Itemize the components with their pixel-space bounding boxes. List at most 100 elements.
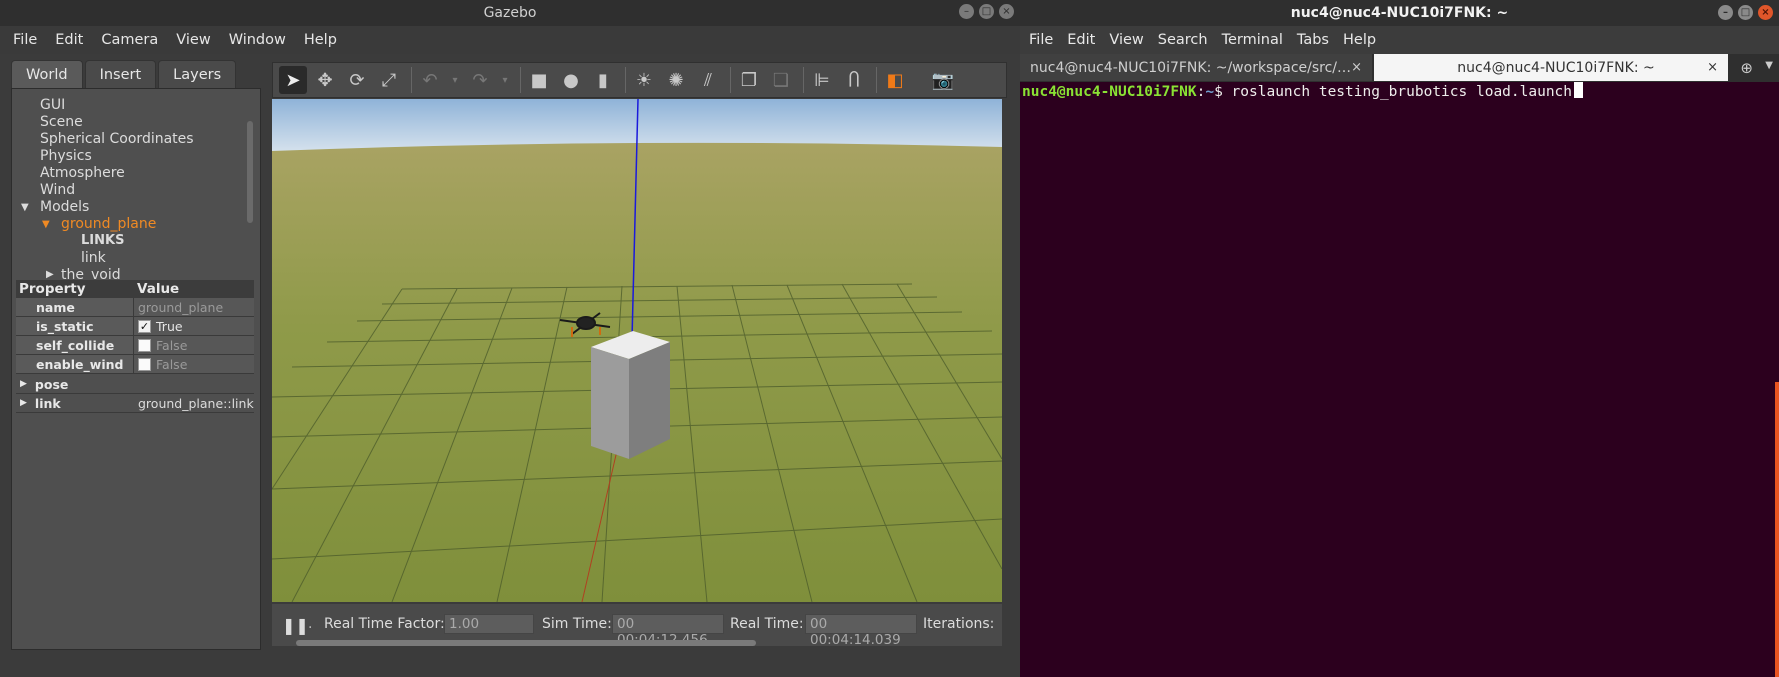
tree-scrollbar[interactable] — [247, 121, 253, 223]
point-light-icon[interactable]: ☀ — [630, 66, 658, 94]
tree-item-ground-plane[interactable]: ground_plane — [61, 216, 156, 232]
expand-ground-plane-icon[interactable]: ▼ — [42, 219, 50, 230]
terminal-tab-label: nuc4@nuc4-NUC10i7FNK: ~/workspace/src/… — [1030, 59, 1352, 76]
screenshot-icon[interactable]: 📷 — [929, 66, 957, 94]
expand-the-void-icon[interactable]: ▶ — [46, 269, 54, 279]
menu-help[interactable]: Help — [295, 32, 346, 48]
terminal-menu-edit[interactable]: Edit — [1060, 32, 1102, 48]
redo-icon[interactable]: ↷ — [466, 66, 494, 94]
terminal-tab-workspace[interactable]: nuc4@nuc4-NUC10i7FNK: ~/workspace/src/… … — [1020, 54, 1372, 81]
property-key: is_static — [16, 317, 134, 335]
property-key: name — [16, 298, 134, 316]
undo-icon[interactable]: ↶ — [416, 66, 444, 94]
terminal-tab-bar: nuc4@nuc4-NUC10i7FNK: ~/workspace/src/… … — [1020, 54, 1779, 82]
tab-layers[interactable]: Layers — [158, 60, 237, 88]
select-arrow-icon[interactable]: ➤ — [279, 66, 307, 94]
step-icon[interactable]: . — [308, 616, 312, 632]
box-icon[interactable]: ■ — [525, 66, 553, 94]
property-row-link[interactable]: ▶ link ground_plane::link — [16, 394, 254, 413]
copy-icon[interactable]: ❐ — [735, 66, 763, 94]
directional-light-icon[interactable]: ⫽ — [694, 66, 722, 94]
snap-icon[interactable]: Ⴖ — [840, 66, 868, 94]
property-row-name: name ground_plane — [16, 298, 254, 317]
tree-item-the-void[interactable]: the_void — [61, 267, 121, 279]
property-table: Property Value name ground_plane is_stat… — [16, 280, 254, 413]
expand-pose-icon[interactable]: ▶ — [20, 379, 27, 389]
close-tab-icon[interactable]: × — [1351, 60, 1362, 75]
gazebo-toolbar: ➤ ✥ ⟳ ⤢ ↶ ▾ ↷ ▾ ■ ● ▮ ☀ ✺ ⫽ ❐ ❏ ⊫ Ⴖ ◧ 📷 — [272, 62, 1007, 98]
menu-file[interactable]: File — [4, 32, 46, 48]
property-key: link — [34, 395, 61, 411]
sphere-icon[interactable]: ● — [557, 66, 585, 94]
maximize-button[interactable]: □ — [979, 4, 994, 19]
tab-menu-dropdown-icon[interactable]: ▼ — [1765, 60, 1773, 71]
tree-item-atmosphere[interactable]: Atmosphere — [40, 165, 125, 181]
terminal-menu-tabs[interactable]: Tabs — [1290, 32, 1336, 48]
undo-dropdown-icon[interactable]: ▾ — [448, 66, 462, 94]
terminal-title: nuc4@nuc4-NUC10i7FNK: ~ — [1290, 5, 1509, 21]
terminal-maximize-button[interactable]: □ — [1738, 5, 1753, 20]
status-bar-scrollbar[interactable] — [296, 640, 756, 646]
enable-wind-checkbox[interactable] — [138, 357, 151, 371]
terminal-minimize-button[interactable]: – — [1718, 5, 1733, 20]
property-column-header: Property — [19, 281, 86, 297]
close-tab-icon[interactable]: × — [1707, 60, 1718, 75]
terminal-menu-help[interactable]: Help — [1336, 32, 1383, 48]
terminal-tab-home[interactable]: nuc4@nuc4-NUC10i7FNK: ~ × — [1374, 54, 1728, 81]
rotate-icon[interactable]: ⟳ — [343, 66, 371, 94]
real-time-value: 00 00:04:14.039 — [805, 614, 917, 648]
self-collide-checkbox[interactable] — [138, 338, 151, 352]
prompt-line: nuc4@nuc4-NUC10i7FNK:~$ roslaunch testin… — [1022, 82, 1584, 100]
terminal-menu-file[interactable]: File — [1022, 32, 1060, 48]
terminal-scrollbar[interactable] — [1775, 382, 1779, 677]
terminal-output[interactable]: nuc4@nuc4-NUC10i7FNK:~$ roslaunch testin… — [1020, 82, 1779, 677]
minimize-button[interactable]: – — [959, 4, 974, 19]
pause-icon[interactable]: ❚❚ — [282, 616, 309, 635]
real-time-label: Real Time: — [730, 616, 804, 632]
property-key: pose — [34, 376, 69, 392]
property-row-pose[interactable]: ▶ pose — [16, 375, 254, 394]
terminal-menu-search[interactable]: Search — [1151, 32, 1215, 48]
view-angle-icon[interactable]: ◧ — [881, 66, 909, 94]
terminal-menu-view[interactable]: View — [1102, 32, 1150, 48]
terminal-menubar: File Edit View Search Terminal Tabs Help — [1020, 26, 1779, 54]
menu-window[interactable]: Window — [220, 32, 295, 48]
terminal-close-button[interactable]: × — [1758, 5, 1773, 20]
menu-edit[interactable]: Edit — [46, 32, 92, 48]
new-tab-icon[interactable]: ⊕ — [1740, 59, 1753, 77]
cylinder-icon[interactable]: ▮ — [589, 66, 617, 94]
menu-view[interactable]: View — [167, 32, 219, 48]
rtf-label: Real Time Factor: — [324, 616, 445, 632]
gazebo-window: Gazebo – □ × File Edit Camera View Windo… — [0, 0, 1020, 677]
tab-world[interactable]: World — [11, 60, 83, 88]
is-static-checkbox[interactable]: ✓ — [138, 319, 151, 333]
close-button[interactable]: × — [999, 4, 1014, 19]
tree-item-spherical-coordinates[interactable]: Spherical Coordinates — [40, 131, 194, 147]
translate-icon[interactable]: ✥ — [311, 66, 339, 94]
expand-link-icon[interactable]: ▶ — [20, 398, 27, 408]
property-key: self_collide — [16, 336, 134, 354]
scene-viewport[interactable] — [272, 99, 1002, 602]
tree-item-physics[interactable]: Physics — [40, 148, 92, 164]
property-value: ground_plane::link — [138, 395, 254, 411]
sim-time-value: 00 00:04:12.456 — [612, 614, 724, 648]
property-value[interactable]: ground_plane — [138, 300, 223, 315]
terminal-menu-terminal[interactable]: Terminal — [1215, 32, 1290, 48]
property-value: True — [156, 318, 183, 334]
tree-item-gui[interactable]: GUI — [40, 97, 65, 113]
tree-item-models[interactable]: Models — [40, 199, 89, 215]
tree-item-wind[interactable]: Wind — [40, 182, 75, 198]
property-value: False — [156, 356, 188, 372]
paste-icon[interactable]: ❏ — [767, 66, 795, 94]
prompt-path: ~ — [1205, 84, 1215, 100]
align-icon[interactable]: ⊫ — [808, 66, 836, 94]
redo-dropdown-icon[interactable]: ▾ — [498, 66, 512, 94]
menu-camera[interactable]: Camera — [92, 32, 167, 48]
tree-item-link[interactable]: link — [81, 250, 106, 266]
scale-icon[interactable]: ⤢ — [375, 66, 403, 94]
tab-insert[interactable]: Insert — [84, 60, 157, 88]
expand-models-icon[interactable]: ▼ — [21, 202, 29, 213]
tree-item-scene[interactable]: Scene — [40, 114, 83, 130]
spot-light-icon[interactable]: ✺ — [662, 66, 690, 94]
world-tree: GUI Scene Spherical Coordinates Physics … — [12, 91, 256, 279]
